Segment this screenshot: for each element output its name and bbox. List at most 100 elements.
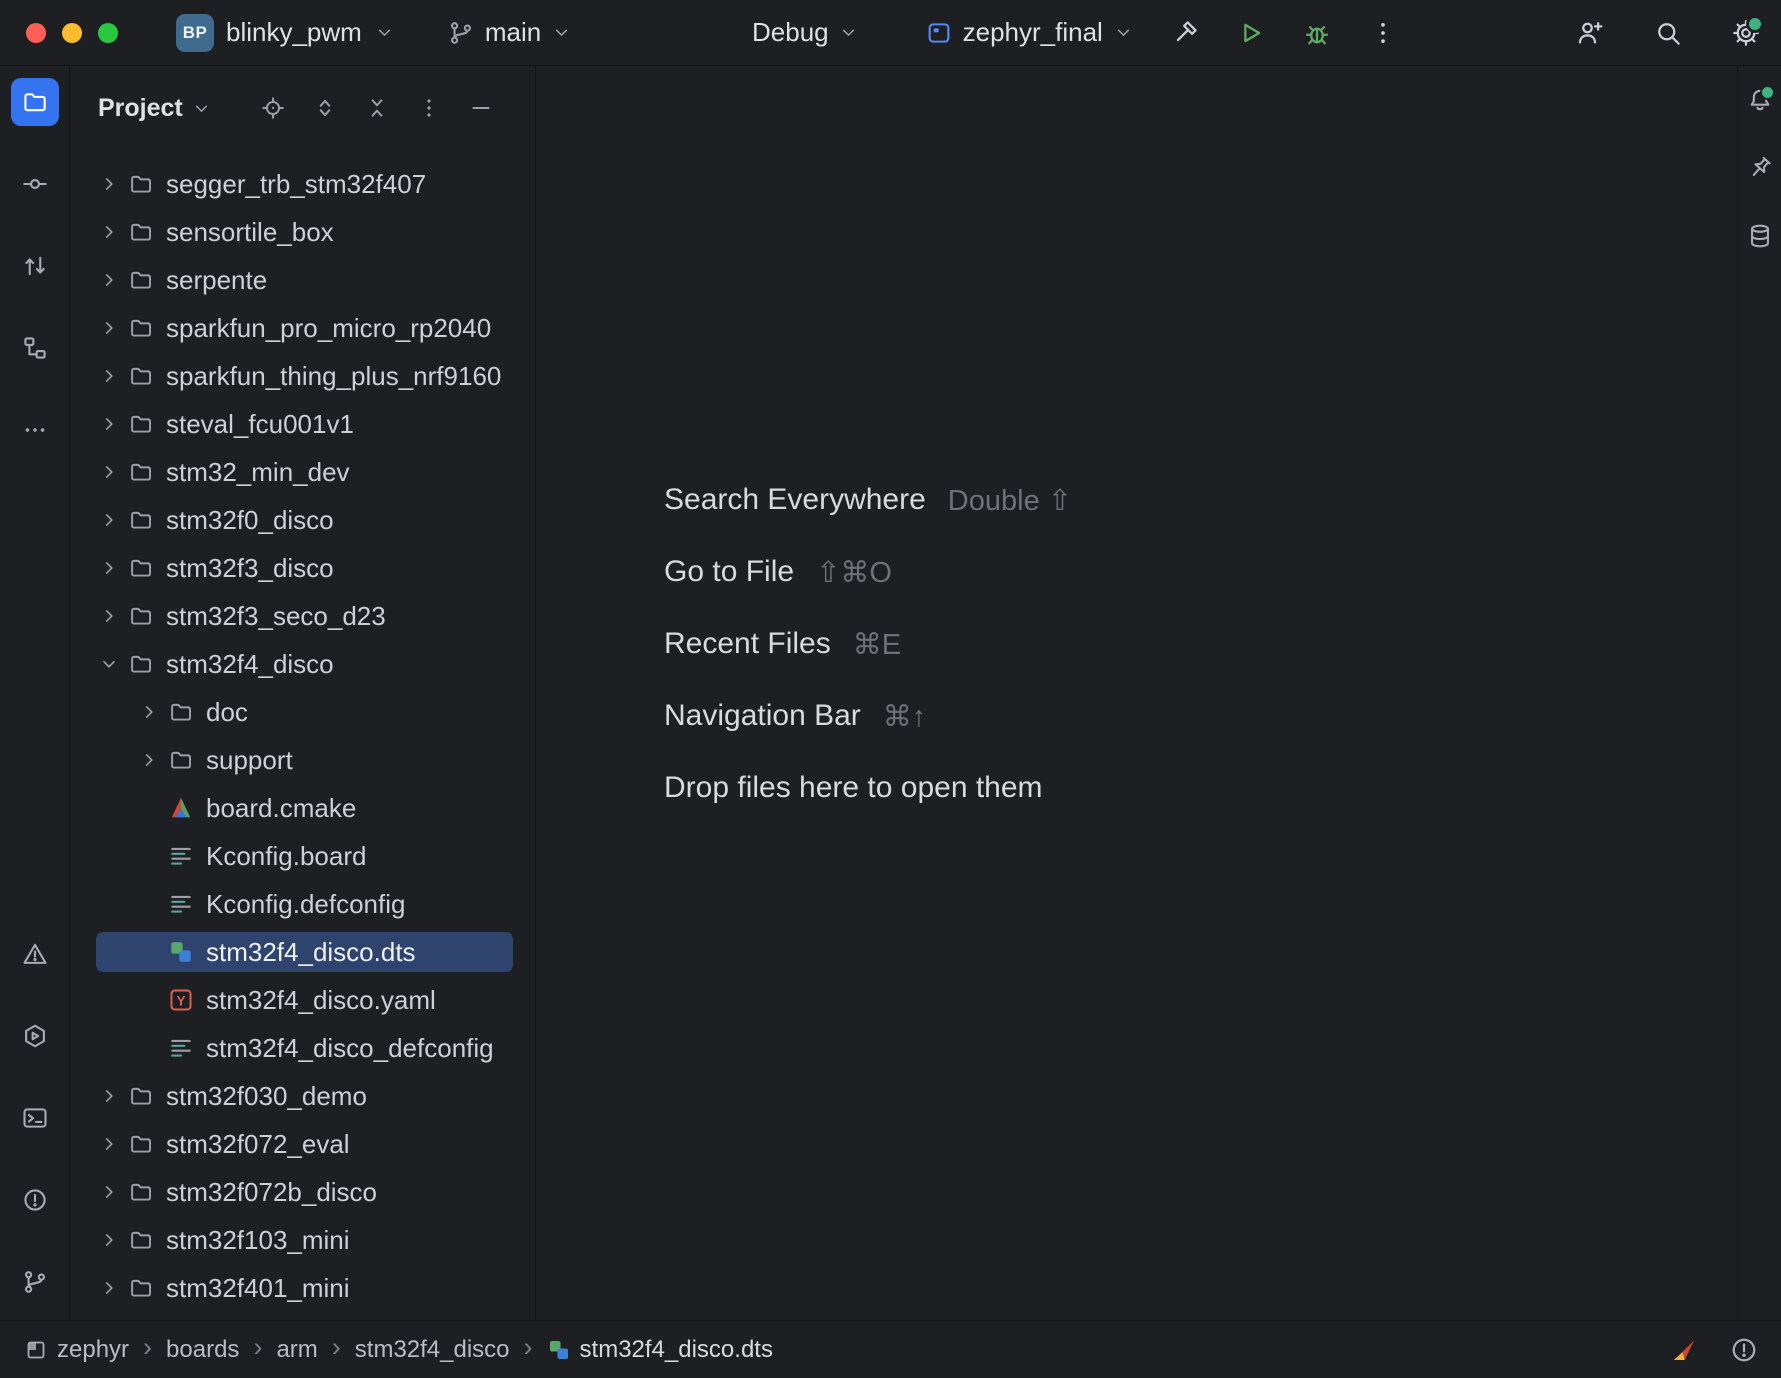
project-widget[interactable]: BP blinky_pwm [176,14,395,52]
structure-tool-button[interactable] [11,324,59,372]
problems-tool-button[interactable] [11,930,59,978]
chevron-right-icon[interactable] [92,1229,126,1251]
inspections-tool-button[interactable] [11,1176,59,1224]
run-config-selector[interactable]: zephyr_final [925,17,1134,48]
more-actions-button[interactable] [1368,18,1398,48]
expand-all-button[interactable] [312,95,338,121]
run-config-label: zephyr_final [963,17,1103,48]
tree-item-stm32f072b_disco[interactable]: stm32f072b_disco [70,1168,535,1216]
shortcut-hint: Navigation Bar⌘↑ [664,680,1072,752]
notifications-button[interactable] [1742,82,1778,118]
window-controls [0,23,118,43]
dts-icon [166,939,196,965]
tree-item-stm32f072_eval[interactable]: stm32f072_eval [70,1120,535,1168]
breadcrumb-item[interactable]: arm [276,1336,317,1364]
zoom-window-button[interactable] [98,23,118,43]
breadcrumb-item[interactable]: stm32f4_disco.dts [547,1336,773,1364]
run-mode-selector[interactable]: Debug [752,17,859,48]
tree-item-stm32f4_disco.dts[interactable]: stm32f4_disco.dts [70,928,535,976]
more-tool-windows-button[interactable] [11,406,59,454]
hide-panel-button[interactable] [468,95,494,121]
chevron-right-icon[interactable] [92,605,126,627]
chevron-right-icon[interactable] [92,221,126,243]
tree-item-serpente[interactable]: serpente [70,256,535,304]
minimize-window-button[interactable] [62,23,82,43]
version-control-tool-button[interactable] [11,1258,59,1306]
tree-item-label: stm32f4_disco.dts [206,937,416,968]
breadcrumb-item[interactable]: boards [166,1336,239,1364]
search-everywhere-button[interactable] [1653,18,1683,48]
chevron-right-icon[interactable] [92,269,126,291]
warning-triangle-icon [21,940,49,968]
debug-button[interactable] [1302,18,1332,48]
close-window-button[interactable] [26,23,46,43]
tree-item-sparkfun_pro_micro_rp2040[interactable]: sparkfun_pro_micro_rp2040 [70,304,535,352]
chevron-right-icon[interactable] [92,413,126,435]
settings-button[interactable] [1731,18,1761,48]
toolchain-status-icon[interactable] [1669,1335,1699,1365]
tree-item-label: sparkfun_thing_plus_nrf9160 [166,361,501,392]
tree-item-board.cmake[interactable]: board.cmake [70,784,535,832]
run-button[interactable] [1236,18,1266,48]
tree-item-segger_trb_stm32f407[interactable]: segger_trb_stm32f407 [70,160,535,208]
tree-item-stm32f3_disco[interactable]: stm32f3_disco [70,544,535,592]
database-button[interactable] [1742,218,1778,254]
tree-item-stm32f4_disco.yaml[interactable]: Ystm32f4_disco.yaml [70,976,535,1024]
services-tool-button[interactable] [11,1012,59,1060]
build-button[interactable] [1170,18,1200,48]
chevron-right-icon[interactable] [92,173,126,195]
project-view-selector[interactable]: Project [98,94,212,123]
tree-item-steval_fcu001v1[interactable]: steval_fcu001v1 [70,400,535,448]
collapse-all-button[interactable] [364,95,390,121]
branch-icon [21,1268,49,1296]
tree-item-label: stm32_min_dev [166,457,350,488]
tree-item-stm32f401_mini[interactable]: stm32f401_mini [70,1264,535,1312]
tree-item-stm32_min_dev[interactable]: stm32_min_dev [70,448,535,496]
right-toolbar [1737,66,1781,1320]
chevron-right-icon[interactable] [92,1181,126,1203]
select-opened-file-button[interactable] [260,95,286,121]
pull-requests-tool-button[interactable] [11,242,59,290]
chevron-right-icon[interactable] [92,461,126,483]
tree-item-stm32f0_disco[interactable]: stm32f0_disco [70,496,535,544]
pull-requests-icon [21,252,49,280]
commit-tool-button[interactable] [11,160,59,208]
tree-item-sparkfun_thing_plus_nrf9160[interactable]: sparkfun_thing_plus_nrf9160 [70,352,535,400]
chevron-right-icon[interactable] [92,1085,126,1107]
breadcrumb-item[interactable]: stm32f4_disco [355,1336,510,1364]
tree-item-Kconfig.defconfig[interactable]: Kconfig.defconfig [70,880,535,928]
tree-item-support[interactable]: support [70,736,535,784]
code-with-me-button[interactable] [1575,18,1605,48]
tree-item-stm32f4_disco_defconfig[interactable]: stm32f4_disco_defconfig [70,1024,535,1072]
panel-options-button[interactable] [416,95,442,121]
chevron-down-icon[interactable] [92,653,126,675]
chevron-right-icon[interactable] [132,749,166,771]
tree-item-Kconfig.board[interactable]: Kconfig.board [70,832,535,880]
tree-item-stm32f3_seco_d23[interactable]: stm32f3_seco_d23 [70,592,535,640]
project-tool-button[interactable] [11,78,59,126]
chevron-right-icon[interactable] [92,365,126,387]
inspections-widget-icon[interactable] [1729,1335,1759,1365]
tree-item-label: serpente [166,265,267,296]
chevron-right-icon[interactable] [92,317,126,339]
breadcrumb-item[interactable]: zephyr [24,1336,129,1364]
tree-item-stm32f4_disco[interactable]: stm32f4_disco [70,640,535,688]
branch-widget[interactable]: main [447,17,572,48]
tree-item-stm32f103_mini[interactable]: stm32f103_mini [70,1216,535,1264]
pin-icon [1746,154,1774,182]
tree-item-sensortile_box[interactable]: sensortile_box [70,208,535,256]
chevron-right-icon[interactable] [92,509,126,531]
folder-icon [126,315,156,341]
project-name: blinky_pwm [226,17,362,48]
chevron-right-icon[interactable] [92,557,126,579]
chevron-down-icon [1113,22,1134,43]
chevron-right-icon[interactable] [92,1133,126,1155]
chevron-right-icon[interactable] [132,701,166,723]
chevron-right-icon[interactable] [92,1277,126,1299]
editor-area[interactable]: Search EverywhereDouble ⇧Go to File⇧⌘ORe… [536,66,1737,1320]
bookmarks-button[interactable] [1742,150,1778,186]
terminal-tool-button[interactable] [11,1094,59,1142]
tree-item-doc[interactable]: doc [70,688,535,736]
shortcut-label: Navigation Bar [664,699,861,733]
tree-item-stm32f030_demo[interactable]: stm32f030_demo [70,1072,535,1120]
